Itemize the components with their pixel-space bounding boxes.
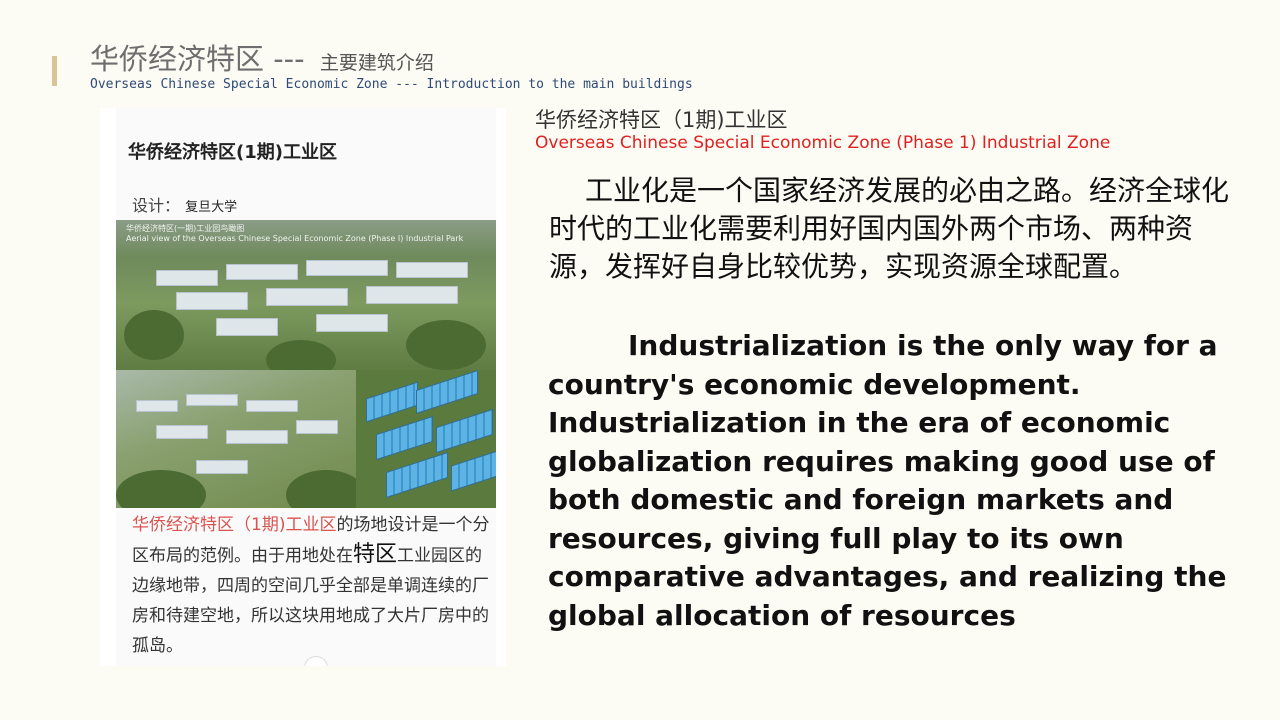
image-panel: 华侨经济特区(1期)工业区 设计： 复旦大学 华侨经济特区(一期)工业园鸟瞰图 … (100, 108, 506, 666)
title-accent-bar (52, 56, 57, 86)
aerial-caption: 华侨经济特区(一期)工业园鸟瞰图 Aerial view of the Over… (126, 224, 463, 244)
aerial-caption-zh: 华侨经济特区(一期)工业园鸟瞰图 (126, 224, 245, 233)
page-title-sub: 主要建筑介绍 (319, 52, 434, 74)
design-credit: 设计： 复旦大学 (132, 192, 237, 216)
aerial-caption-en: Aerial view of the Overseas Chinese Spec… (126, 234, 464, 243)
section-heading-zh: 华侨经济特区（1期)工业区 (535, 108, 788, 132)
desc-big-2: 区 (375, 542, 398, 567)
paragraph-zh: 工业化是一个国家经济发展的必由之路。经济全球化时代的工业化需要利用好国内国外两个… (549, 174, 1230, 283)
design-label: 设计： (132, 196, 181, 215)
paragraph-en: Industrialization is the only way for a … (548, 329, 1227, 632)
desc-highlight: 华侨经济特区（1期)工业区 (132, 515, 337, 535)
aerial-photo-district (116, 370, 356, 508)
card-title: 华侨经济特区(1期)工业区 (128, 142, 337, 163)
factory-roofs-photo (356, 370, 496, 508)
section-heading-en: Overseas Chinese Special Economic Zone (… (535, 133, 1111, 153)
brochure-card: 华侨经济特区(1期)工业区 设计： 复旦大学 华侨经济特区(一期)工业园鸟瞰图 … (116, 108, 496, 666)
desc-big-1: 特 (353, 542, 376, 567)
page-title-main: 华侨经济特区 --- (90, 42, 305, 76)
page-title: 华侨经济特区 --- 主要建筑介绍 (90, 36, 434, 78)
card-description: 华侨经济特区（1期)工业区的场地设计是一个分区布局的范例。由于用地处在特区工业园… (132, 510, 492, 661)
page-subtitle-en: Overseas Chinese Special Economic Zone -… (90, 77, 693, 92)
design-value: 复旦大学 (185, 200, 238, 215)
aerial-photo-main: 华侨经济特区(一期)工业园鸟瞰图 Aerial view of the Over… (116, 220, 496, 370)
